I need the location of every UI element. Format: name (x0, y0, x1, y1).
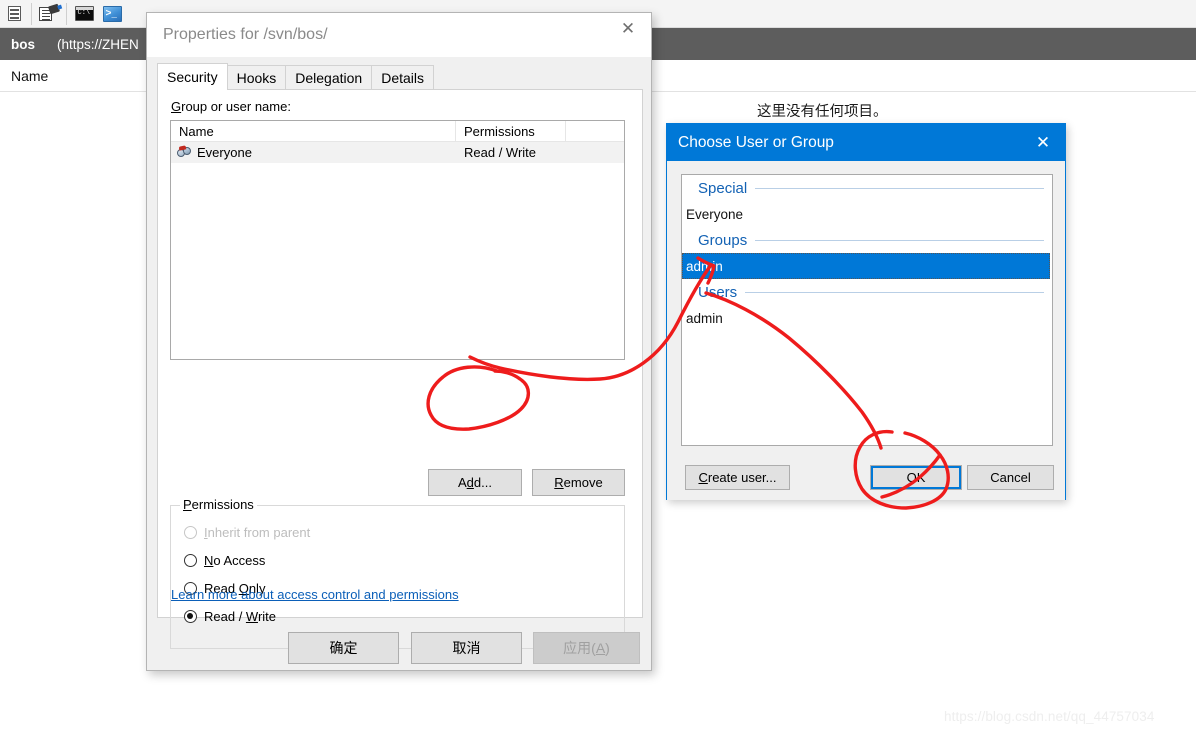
radio-label: No Access (204, 552, 266, 568)
cancel-button[interactable]: 取消 (411, 632, 522, 664)
repository-url: (https://ZHEN (57, 36, 139, 52)
close-icon[interactable]: ✕ (605, 13, 651, 44)
properties-dialog: Properties for /svn/bos/ ✕ Security Hook… (146, 12, 652, 671)
apply-button: 应用(A) (533, 632, 640, 664)
command-prompt-icon[interactable] (71, 2, 97, 26)
choose-dialog-title: Choose User or Group (678, 133, 834, 151)
radio-indicator (184, 553, 197, 567)
group-or-user-name-label: Group or user name: (171, 99, 291, 114)
security-tab-panel: Group or user name: Name Permissions Eve… (157, 89, 643, 649)
column-header-name[interactable]: Name (11, 68, 48, 84)
tab-hooks[interactable]: Hooks (226, 65, 287, 90)
add-button[interactable]: Ad d... (428, 469, 522, 496)
empty-list-message: 这里没有任何项目。 (757, 104, 888, 120)
close-icon[interactable]: ✕ (1021, 124, 1065, 161)
ok-button[interactable]: OK (870, 465, 962, 490)
remove-button[interactable]: Remove (532, 469, 625, 496)
list-item-selected[interactable]: admin (682, 253, 1050, 279)
category-rule (755, 239, 1044, 241)
permissions-groupbox-label: Permissions (180, 497, 257, 512)
radio-inherit-from-parent[interactable]: Inherit from parent (184, 521, 310, 543)
category-rule (745, 291, 1044, 293)
radio-label: Inherit from parent (204, 524, 311, 540)
toolbar-divider (66, 2, 67, 25)
category-label: Groups (698, 231, 748, 249)
hook-script-icon[interactable] (36, 2, 62, 26)
acl-row-name: Everyone (197, 145, 252, 160)
hook-script-glyph (39, 3, 60, 22)
choose-dialog-titlebar: Choose User or Group ✕ (667, 124, 1065, 161)
list-item[interactable]: admin (682, 305, 1052, 331)
command-prompt-glyph (74, 6, 94, 21)
acl-cell-name: Everyone (171, 144, 456, 160)
acl-column-name[interactable]: Name (171, 121, 456, 141)
acl-header-row: Name Permissions (171, 121, 624, 142)
table-row[interactable]: Everyone Read / Write (171, 142, 624, 163)
choose-dialog-footer: Create user... OK Cancel (667, 455, 1065, 500)
tab-security[interactable]: Security (157, 63, 228, 90)
repo-properties-icon[interactable] (1, 2, 27, 26)
powershell-glyph (102, 5, 122, 23)
repository-name: bos (11, 36, 36, 52)
properties-tabstrip: Security Hooks Delegation Details (157, 63, 434, 90)
user-group-listbox[interactable]: Special Everyone Groups admin Users admi… (681, 174, 1053, 446)
toolbar-divider (31, 2, 32, 25)
ok-button[interactable]: 确定 (288, 632, 399, 664)
category-rule (755, 187, 1044, 189)
acl-listview[interactable]: Name Permissions Everyone Read / Write (170, 120, 625, 360)
choose-user-or-group-dialog: Choose User or Group ✕ Special Everyone … (666, 123, 1066, 500)
group-icon (177, 144, 192, 160)
powershell-icon[interactable] (99, 2, 125, 26)
learn-more-link[interactable]: Learn more about access control and perm… (171, 587, 459, 602)
cancel-button[interactable]: Cancel (967, 465, 1054, 490)
acl-row-permissions: Read / Write (464, 145, 537, 160)
properties-titlebar: Properties for /svn/bos/ ✕ (147, 13, 651, 57)
create-user-button[interactable]: Create user... (685, 465, 790, 490)
repo-properties-glyph (7, 6, 21, 21)
tab-delegation[interactable]: Delegation (285, 65, 373, 90)
category-label: Users (698, 283, 738, 301)
list-item[interactable]: Everyone (682, 201, 1052, 227)
blog-watermark: https://blog.csdn.net/qq_44757034 (944, 709, 1155, 724)
acl-column-spacer (566, 121, 624, 141)
category-label: Special (698, 179, 748, 197)
category-header-special: Special (682, 175, 1052, 201)
properties-dialog-title: Properties for /svn/bos/ (163, 26, 328, 43)
tab-details[interactable]: Details (371, 65, 434, 90)
category-header-groups: Groups (682, 227, 1052, 253)
category-header-users: Users (682, 279, 1052, 305)
radio-indicator (184, 525, 197, 539)
radio-no-access[interactable]: No Access (184, 549, 310, 571)
properties-footer: 确定 取消 应用(A) (147, 621, 651, 671)
acl-column-permissions[interactable]: Permissions (456, 121, 566, 141)
